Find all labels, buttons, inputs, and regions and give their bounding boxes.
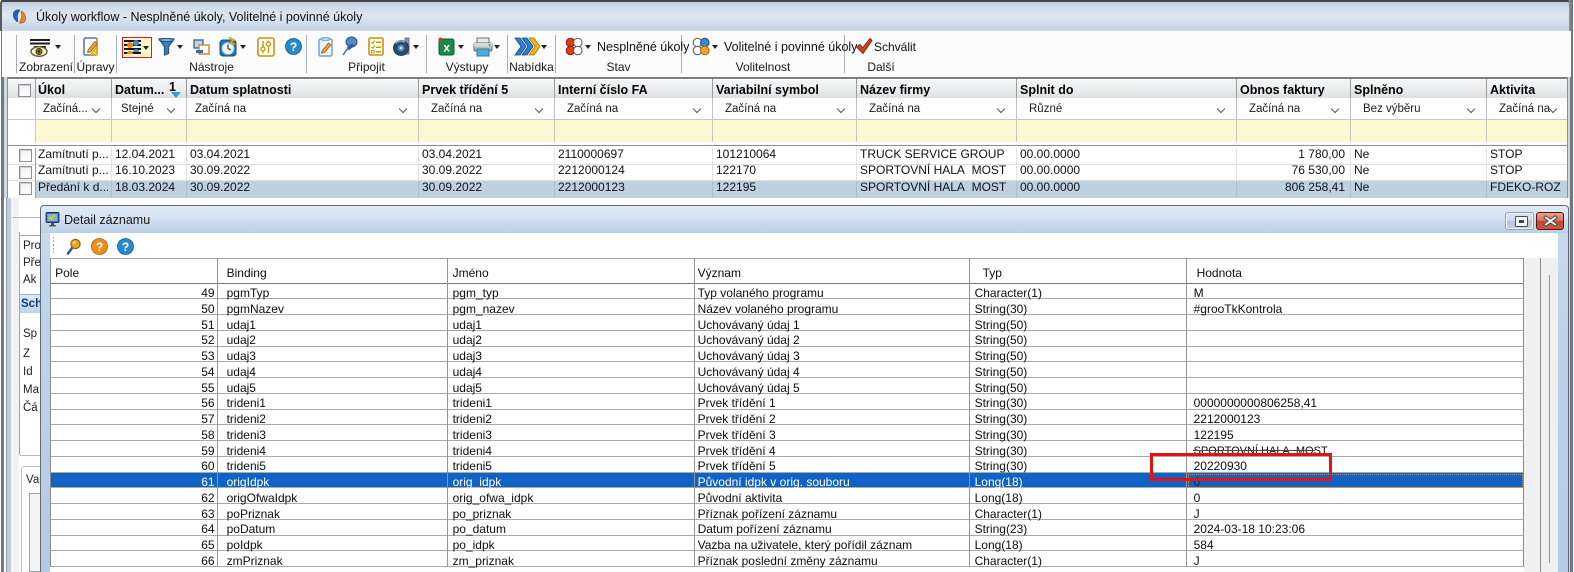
- svg-text:?: ?: [95, 240, 102, 254]
- svg-text:?: ?: [121, 240, 128, 254]
- svg-text:x: x: [443, 41, 450, 55]
- svg-text:?: ?: [290, 40, 297, 54]
